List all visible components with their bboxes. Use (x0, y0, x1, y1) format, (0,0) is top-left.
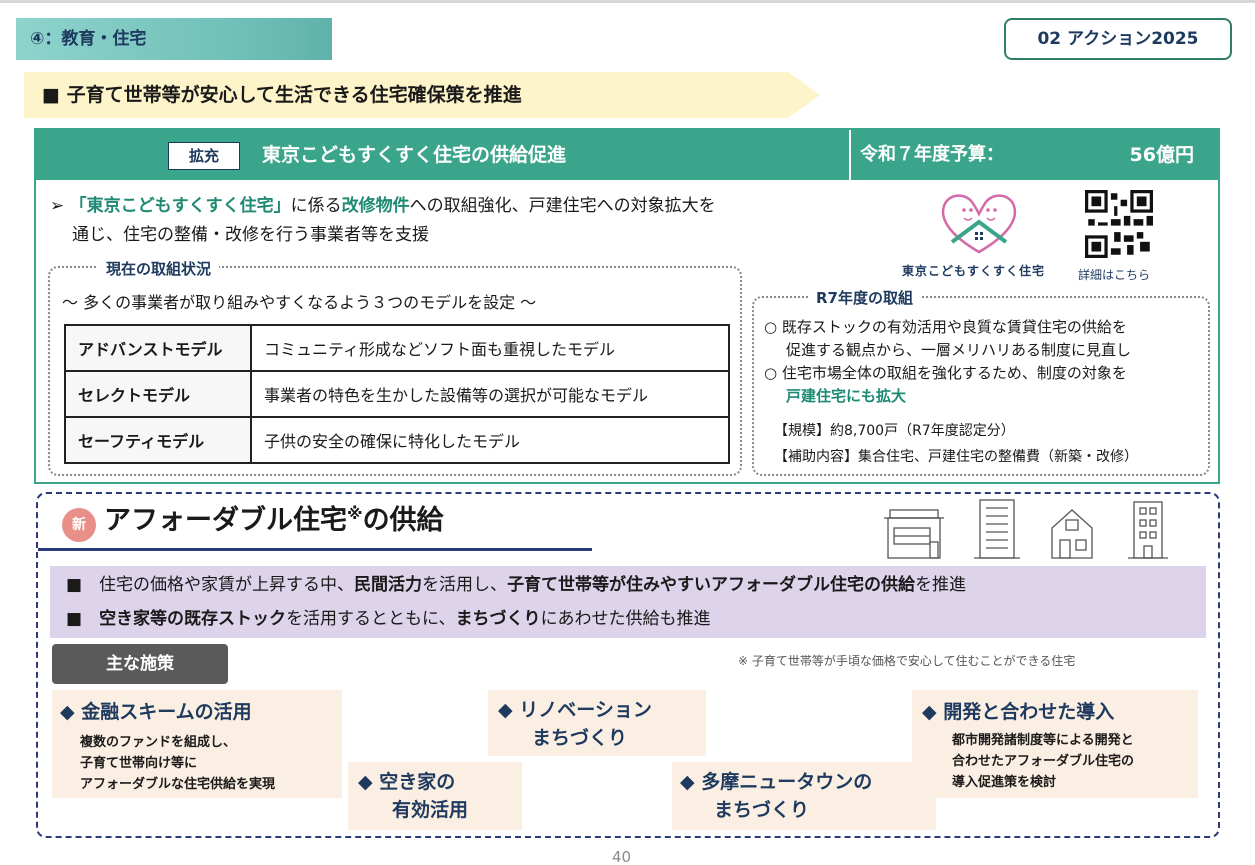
logo-caption: 東京こどもすくすく住宅 (902, 264, 1046, 278)
diamond-icon: ◆ (498, 699, 513, 721)
model-name: セレクトモデル (64, 370, 252, 418)
table-row: アドバンストモデル コミュニティ形成などソフト面も重視したモデル (64, 324, 730, 372)
affordable-title-text: アフォーダブル住宅 (104, 505, 347, 536)
card-body-line: 複数のファンドを組成し、 (80, 735, 237, 750)
card-body-line: 子育て世帯向け等に (80, 756, 198, 771)
buildings-illustration-icon (884, 499, 1168, 559)
diamond-icon: ◆ (358, 771, 373, 793)
bullet-marker: ➢ (50, 196, 65, 216)
summary-bold: まちづくり (455, 609, 541, 629)
summary-bold: 民間活力 (354, 575, 423, 595)
summary-text: を推進 (915, 575, 967, 595)
current-status-label: 現在の取組状況 (98, 258, 220, 279)
card-body-line: アフォーダブルな住宅供給を実現 (80, 777, 276, 792)
action-badge: 02 アクション2025 (1004, 18, 1232, 60)
card-body-line: 合わせたアフォーダブル住宅の (952, 754, 1135, 769)
summary-text: を活用し、 (422, 575, 508, 595)
card-body: 複数のファンドを組成し、 子育て世帯向け等に アフォーダブルな住宅供給を実現 (80, 732, 275, 795)
diamond-icon: ◆ (680, 771, 695, 793)
current-status-subtitle: ～ 多くの事業者が取り組みやすくなるよう３つのモデルを設定 ～ (62, 293, 537, 312)
card-development: ◆ 開発と合わせた導入 都市開発諸制度等による開発と 合わせたアフォーダブル住宅… (912, 690, 1198, 798)
card-title: ◆ 空き家の (358, 768, 455, 796)
r7-line: 促進する観点から、一層メリハリある制度に見直し (786, 341, 1132, 359)
footnote-mark: ※ (347, 504, 363, 523)
top-border (0, 0, 1255, 3)
summary-bold: 空き家等の既存ストック (99, 609, 287, 629)
affordable-title: アフォーダブル住宅※の供給 (104, 498, 444, 537)
card-body-line: 導入促進策を検討 (952, 775, 1057, 790)
card-body: 都市開発諸制度等による開発と 合わせたアフォーダブル住宅の 導入促進策を検討 (952, 730, 1134, 793)
r7-highlight: 戸建住宅にも拡大 (786, 387, 907, 405)
card-title: ◆ 金融スキームの活用 (60, 698, 252, 726)
section-tab: ④：教育・住宅 (16, 18, 332, 60)
subsidy-text: 【補助内容】集合住宅、戸建住宅の整備費（新築・改修） (774, 449, 1138, 465)
card-title-line2: 有効活用 (392, 799, 469, 821)
table-row: セーフティモデル 子供の安全の確保に特化したモデル (64, 416, 730, 464)
desc-text: への取組強化、戸建住宅への対象拡大を (409, 196, 716, 216)
header-divider (849, 130, 851, 180)
card-financial-scheme: ◆ 金融スキームの活用 複数のファンドを組成し、 子育て世帯向け等に アフォーダ… (52, 690, 342, 798)
renovation-highlight: 改修物件 (341, 196, 410, 216)
supply-description: ➢ 「東京こどもすくすく住宅」に係る改修物件への取組強化、戸建住宅への対象拡大を… (50, 192, 890, 250)
program-name: 「東京こどもすくすく住宅」 (69, 196, 291, 216)
summary-line-2: ■ 空き家等の既存ストックを活用するとともに、まちづくりにあわせた供給も推進 (66, 602, 1196, 636)
desc-text: に係る (290, 196, 342, 216)
budget-value: 56億円 (1129, 144, 1194, 166)
qr-code-icon[interactable] (1085, 190, 1153, 258)
card-tama-newtown: ◆ 多摩ニュータウンの まちづくり (672, 762, 936, 830)
page-number: 40 (612, 848, 632, 865)
diamond-icon: ◆ (922, 701, 937, 723)
model-desc: コミュニティ形成などソフト面も重視したモデル (250, 324, 730, 372)
summary-text: にあわせた供給も推進 (540, 609, 711, 629)
footnote: ※ 子育て世帯等が手頃な価格で安心して住むことができる住宅 (738, 654, 1076, 668)
summary-text: を活用するとともに、 (286, 609, 456, 629)
scale-text: 【規模】約8,700戸（R7年度認定分） (774, 423, 1015, 439)
r7-line: ○ 住宅市場全体の取組を強化するため、制度の対象を (764, 364, 1127, 382)
diamond-icon: ◆ (60, 701, 75, 723)
card-title-line2: まちづくり (714, 799, 810, 821)
r7-line: ○ 既存ストックの有効活用や良質な賃貸住宅の供給を (764, 318, 1127, 336)
expansion-tag: 拡充 (168, 142, 240, 170)
model-desc: 事業者の特色を生かした設備等の選択が可能なモデル (250, 370, 730, 418)
affordable-summary-text: ■ 住宅の価格や家賃が上昇する中、民間活力を活用し、子育て世帯等が住みやすいアフ… (66, 568, 1196, 636)
models-table: アドバンストモデル コミュニティ形成などソフト面も重視したモデル セレクトモデル… (64, 324, 730, 464)
model-name: アドバンストモデル (64, 324, 252, 372)
model-name: セーフティモデル (64, 416, 252, 464)
card-title-text: リノベーション (519, 699, 652, 721)
card-title-line2: まちづくり (532, 727, 628, 749)
card-title: ◆ 開発と合わせた導入 (922, 698, 1114, 726)
summary-line-1: ■ 住宅の価格や家賃が上昇する中、民間活力を活用し、子育て世帯等が住みやすいアフ… (66, 568, 1196, 602)
r7-initiatives-label: R7年度の取組 (808, 287, 921, 308)
desc-line-2: 通じ、住宅の整備・改修を行う事業者等を支援 (72, 225, 429, 245)
card-renovation: ◆ リノベーション まちづくり (488, 690, 706, 756)
summary-bold: 子育て世帯等が住みやすいアフォーダブル住宅の供給 (507, 575, 916, 595)
summary-text: ■ (66, 609, 100, 629)
supply-title: 東京こどもすくすく住宅の供給促進 (262, 144, 567, 166)
headline-banner: ■ 子育て世帯等が安心して生活できる住宅確保策を推進 (24, 72, 820, 118)
card-title-text: 空き家の (379, 771, 456, 793)
r7-initiatives-text: ○ 既存ストックの有効活用や良質な賃貸住宅の供給を 促進する観点から、一層メリハ… (764, 316, 1204, 408)
card-title-text: 金融スキームの活用 (81, 701, 252, 723)
new-badge: 新 (62, 508, 96, 542)
affordable-title-suffix: の供給 (362, 505, 444, 536)
summary-text: ■ 住宅の価格や家賃が上昇する中、 (66, 575, 355, 595)
title-underline (38, 548, 592, 551)
qr-caption: 詳細はこちら (1078, 268, 1151, 282)
card-title: ◆ リノベーション (498, 696, 652, 724)
card-title: ◆ 多摩ニュータウンの (680, 768, 872, 796)
card-body-line: 都市開発諸制度等による開発と (952, 733, 1134, 748)
card-vacant-houses: ◆ 空き家の 有効活用 (348, 762, 522, 830)
card-title-text: 開発と合わせた導入 (943, 701, 1115, 723)
model-desc: 子供の安全の確保に特化したモデル (250, 416, 730, 464)
r7-details: 【規模】約8,700戸（R7年度認定分） 【補助内容】集合住宅、戸建住宅の整備費… (774, 418, 1204, 470)
table-row: セレクトモデル 事業者の特色を生かした設備等の選択が可能なモデル (64, 370, 730, 418)
card-title-text: 多摩ニュータウンの (701, 771, 873, 793)
main-measures-label: 主な施策 (52, 644, 228, 684)
budget-label: 令和７年度予算： (860, 144, 1004, 165)
sukusuku-logo-icon (941, 194, 1017, 254)
